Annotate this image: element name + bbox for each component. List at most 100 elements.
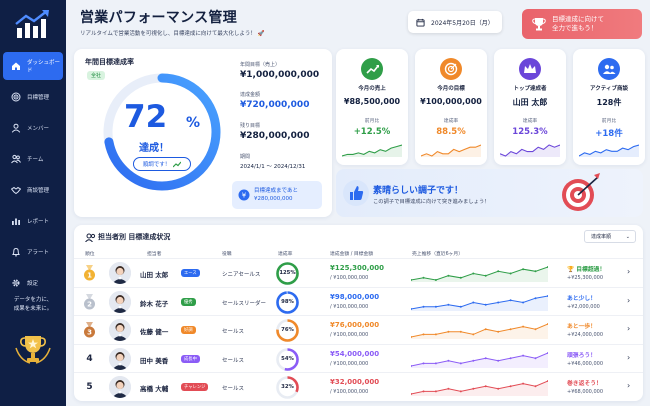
table-row[interactable]: 3 佐藤 健一 好調 セールス 76% ¥76,000,000 / ¥100,000,000… xyxy=(74,315,643,344)
chevron-right-icon[interactable]: › xyxy=(627,381,630,390)
date-picker[interactable]: 2024年5月20日（月） xyxy=(408,11,502,33)
kpi-sub-label: 達成率 xyxy=(443,119,459,124)
col-header-amount: 達成金額 / 目標金額 xyxy=(330,252,374,257)
member-status-table: 担当者別 目標達成状況 達成率順 ⌄ 順位 担当者 役職 達成率 達成金額 / 目… xyxy=(74,225,643,401)
kpi-change: 88.5% xyxy=(436,127,466,137)
medal-icon: 1 xyxy=(84,265,95,281)
sidebar-item-label: アラート xyxy=(27,250,50,256)
goal-button-line-1: 目標達成に向けて xyxy=(552,15,604,23)
sort-label: 達成率順 xyxy=(591,234,612,240)
chevron-right-icon[interactable]: › xyxy=(627,353,630,362)
col-header-role: 役職 xyxy=(222,252,232,257)
sidebar-item-gear[interactable]: 設定 xyxy=(3,269,63,297)
sales-trend-line xyxy=(411,294,548,311)
member-name: 田中 美香 xyxy=(140,356,169,365)
table-row[interactable]: 4 田中 美香 成長中 セールス 54% ¥54,000,000 / ¥100,000,00… xyxy=(74,343,643,373)
member-name: 佐藤 健一 xyxy=(140,328,169,337)
table-row[interactable]: 5 高橋 大輔 チャレンジ セールス 32% ¥32,000,000 / ¥100,000,… xyxy=(74,372,643,401)
avatar xyxy=(109,262,131,284)
sidebar-item-bell[interactable]: アラート xyxy=(3,238,63,266)
member-role: セールス xyxy=(222,357,245,364)
crown-icon xyxy=(519,58,541,80)
sidebar-nav: ダッシュボード 目標管理メンバーチーム商談管理レポートアラート設定 xyxy=(0,52,66,300)
banner-headline: 素晴らしい調子です！ xyxy=(373,186,464,196)
status-message: 巻き返そう！ xyxy=(567,381,602,388)
achieved-amount: ¥76,000,000 xyxy=(330,321,380,330)
motivation-banner: 素晴らしい調子です！ この調子で目標達成に向けて突き進みましょう！ xyxy=(336,169,643,217)
kpi-label: トップ達成者 xyxy=(513,86,547,92)
sidebar-slogan: データを力に、 成果を未来に。 xyxy=(0,296,66,313)
sidebar-item-team[interactable]: チーム xyxy=(3,145,63,173)
member-tag: エース xyxy=(181,269,200,277)
status-pill: 順調です！ xyxy=(133,157,191,171)
rank-number: 1 xyxy=(87,272,92,280)
sidebar-item-handshake[interactable]: 商談管理 xyxy=(3,176,63,204)
status-gap: +¥2,000,000 xyxy=(567,303,600,310)
sidebar-item-label: メンバー xyxy=(27,126,50,132)
kpi-sub-label: 達成率 xyxy=(522,119,538,124)
rank-number: 5 xyxy=(86,382,93,393)
sidebar-item-user[interactable]: メンバー xyxy=(3,114,63,142)
target-amount: / ¥100,000,000 xyxy=(330,303,369,310)
sidebar-item-home[interactable]: ダッシュボード xyxy=(3,52,63,80)
gear-icon xyxy=(12,279,20,287)
chevron-right-icon[interactable]: › xyxy=(627,324,630,333)
status-gap: +¥46,000,000 xyxy=(567,360,603,367)
achieved-amount: ¥54,000,000 xyxy=(330,349,380,358)
annual-percent-sign: % xyxy=(186,115,201,131)
status-message: 🏆 目標超過！ xyxy=(567,267,606,273)
rate-text: 54% xyxy=(281,355,294,362)
slogan-line-1: データを力に、 xyxy=(13,297,53,303)
rank-number: 3 xyxy=(87,329,92,337)
medal-icon: 2 xyxy=(84,293,95,310)
team-icon xyxy=(11,154,21,164)
goal-button-line-2: 全力で進もう！ xyxy=(552,24,598,32)
sidebar-item-label: レポート xyxy=(27,219,50,225)
kpi-label: アクティブ商談 xyxy=(590,86,628,92)
trend-up-icon xyxy=(361,58,383,80)
page-subtitle: リアルタイムで営業活動を可視化し、目標達成に向けて最大化しよう！ 🚀 xyxy=(80,31,265,37)
achieved-amount: ¥125,300,000 xyxy=(330,264,385,272)
users-icon xyxy=(598,58,620,80)
chevron-right-icon[interactable]: › xyxy=(627,296,630,305)
member-role: シニアセールス xyxy=(222,272,261,278)
kpi-card-1: 今月の目標 ¥100,000,000 達成率 88.5% xyxy=(415,49,487,165)
annual-target-row: 年間目標（売上） ¥1,000,000,000 xyxy=(240,62,320,80)
kpi-sub-label: 前月比 xyxy=(601,119,617,124)
kpi-card-0: 今月の売上 ¥88,500,000 前月比 +12.5% xyxy=(336,49,408,165)
status-message: あと一歩！ xyxy=(567,324,596,331)
sales-trend-line xyxy=(411,380,548,397)
sidebar-item-label: チーム xyxy=(27,157,44,163)
page-title: 営業パフォーマンス管理 xyxy=(80,10,238,26)
remaining-target-row: 残り目標 ¥280,000,000 xyxy=(240,123,310,141)
sales-trend-line xyxy=(411,323,548,340)
home-icon xyxy=(12,62,20,70)
kpi-change: +12.5% xyxy=(353,127,391,137)
target-icon xyxy=(562,173,600,211)
target-amount: / ¥100,000,000 xyxy=(330,389,369,396)
kpi-value: 128件 xyxy=(596,98,622,107)
member-tag: 好調 xyxy=(181,326,196,335)
member-role: セールス xyxy=(222,329,245,336)
achieved-amount: ¥98,000,000 xyxy=(330,292,380,301)
chevron-right-icon[interactable]: › xyxy=(627,267,630,276)
target-amount: / ¥100,000,000 xyxy=(330,332,369,339)
member-name: 山田 太郎 xyxy=(140,271,169,279)
target-icon xyxy=(440,58,462,80)
table-row[interactable]: 2 鈴木 花子 優秀 セールスリーダー 98% ¥98,000,000 / ¥100,000… xyxy=(74,286,643,316)
kpi-sparkline xyxy=(342,144,402,157)
sidebar-item-bar-chart[interactable]: レポート xyxy=(3,207,63,235)
goal-motivation-button[interactable]: 目標達成に向けて 全力で進もう！ xyxy=(522,9,642,39)
banner-message: この調子で目標達成に向けて突き進みましょう！ xyxy=(373,199,490,205)
member-tag: 成長中 xyxy=(181,354,200,363)
sort-select[interactable]: 達成率順 ⌄ xyxy=(584,230,636,243)
sidebar-item-target[interactable]: 目標管理 xyxy=(3,83,63,111)
sidebar-item-label: 商談管理 xyxy=(27,188,50,194)
status-gap: +¥24,000,000 xyxy=(567,332,603,339)
member-name: 高橋 大輔 xyxy=(140,385,169,394)
status-message: 頑張ろう！ xyxy=(567,352,596,359)
chevron-down-icon: ⌄ xyxy=(625,233,630,240)
table-row[interactable]: 1 山田 太郎 エース シニアセールス 125% ¥125,300,000 / ¥100,0… xyxy=(74,258,643,287)
bar-chart-icon xyxy=(12,218,20,225)
status-message: あと少し！ xyxy=(567,295,596,302)
